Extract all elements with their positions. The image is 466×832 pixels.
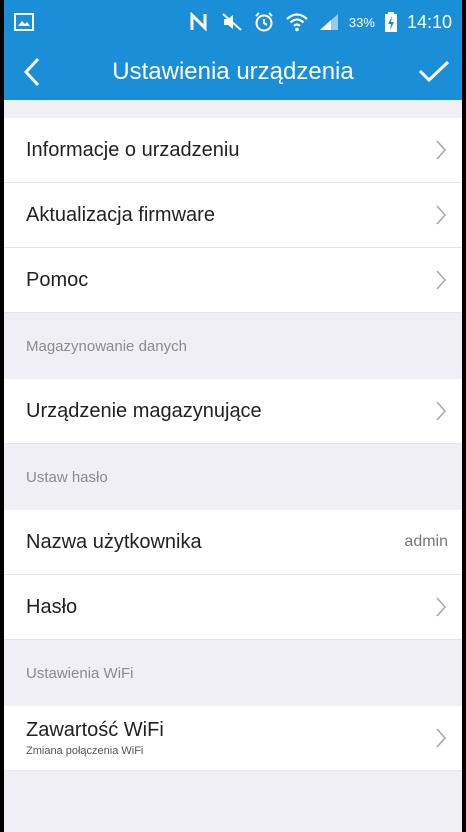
page-title: Ustawienia urządzenia xyxy=(112,58,354,85)
menu-item-label: Pomoc xyxy=(26,268,89,291)
chevron-right-icon xyxy=(436,205,447,225)
wifi-icon xyxy=(285,12,309,32)
menu-item-firmware-update[interactable]: Aktualizacja firmware xyxy=(4,183,462,248)
confirm-button[interactable] xyxy=(406,44,462,100)
menu-item-wifi-content[interactable]: Zawartość WiFi Zmiana połączenia WiFi xyxy=(4,706,462,771)
chevron-right-icon xyxy=(436,401,447,421)
battery-charging-icon xyxy=(384,12,397,32)
chevron-right-icon xyxy=(436,728,447,748)
app-bar: Ustawienia urządzenia xyxy=(4,44,462,100)
menu-item-device-info[interactable]: Informacje o urzadzeniu xyxy=(4,118,462,183)
mute-icon xyxy=(221,12,243,32)
chevron-right-icon xyxy=(436,270,447,290)
chevron-right-icon xyxy=(436,140,447,160)
menu-item-label: Informacje o urzadzeniu xyxy=(26,138,240,161)
menu-item-label: Hasło xyxy=(26,595,78,618)
menu-item-sublabel: Zmiana połączenia WiFi xyxy=(26,745,144,757)
alarm-icon xyxy=(253,11,275,33)
section-spacer xyxy=(4,100,462,118)
status-bar: 33% 14:10 xyxy=(4,0,462,44)
signal-icon xyxy=(319,13,339,31)
clock: 14:10 xyxy=(406,11,452,32)
menu-item-label: Zawartość WiFi xyxy=(26,719,164,741)
username-value: admin xyxy=(404,533,448,550)
back-button[interactable] xyxy=(4,44,60,100)
menu-item-storage-device[interactable]: Urządzenie magazynujące xyxy=(4,379,462,444)
nfc-icon xyxy=(189,12,211,32)
menu-item-label: Nazwa użytkownika xyxy=(26,530,202,553)
menu-item-label: Urządzenie magazynujące xyxy=(26,399,262,422)
device-settings-screen: 33% 14:10 Ustawienia urządzenia Informac… xyxy=(4,0,462,832)
chevron-right-icon xyxy=(436,597,447,617)
menu-item-help[interactable]: Pomoc xyxy=(4,248,462,313)
gallery-notification-icon xyxy=(14,13,34,31)
menu-item-password[interactable]: Hasło xyxy=(4,575,462,640)
menu-item-username[interactable]: Nazwa użytkownika admin xyxy=(4,510,462,575)
section-header-storage: Magazynowanie danych xyxy=(26,337,187,355)
checkmark-icon xyxy=(418,60,450,83)
section-header-password: Ustaw hasło xyxy=(26,468,108,486)
section-header-wifi: Ustawienia WiFi xyxy=(26,664,134,682)
battery-percent: 33% xyxy=(348,14,375,30)
menu-item-label: Aktualizacja firmware xyxy=(26,203,215,226)
back-arrow-icon xyxy=(23,57,40,87)
